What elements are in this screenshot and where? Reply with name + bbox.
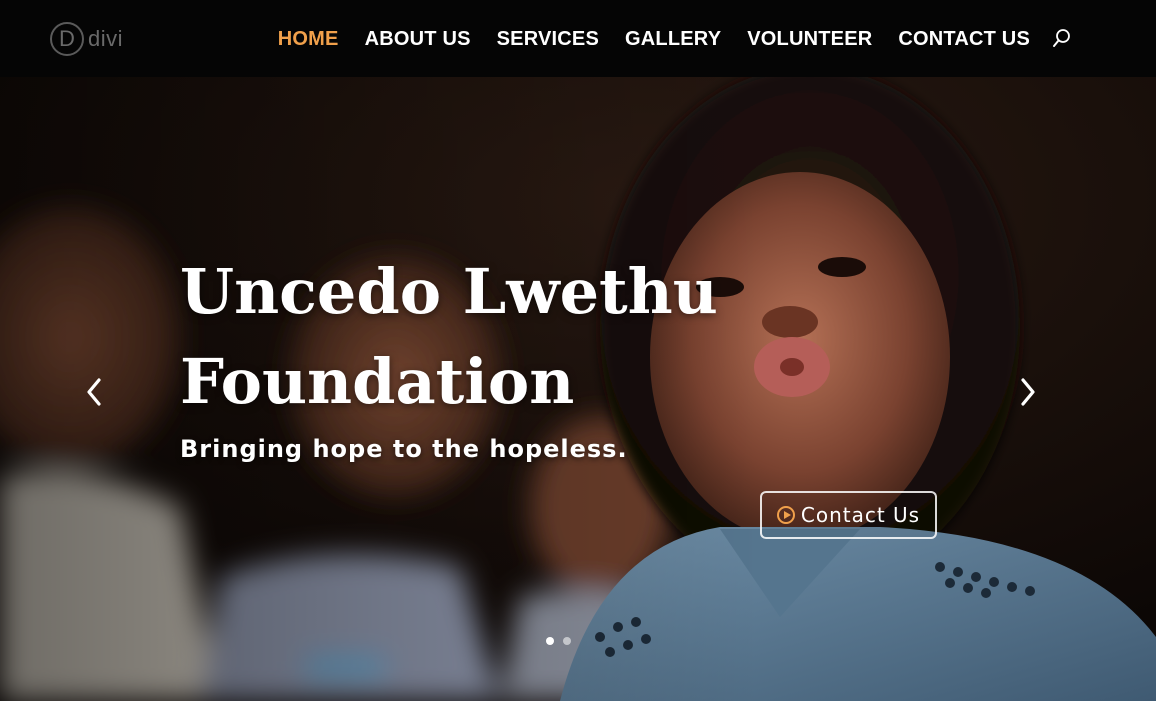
- hero-subtitle: Bringing hope to the hopeless.: [180, 435, 628, 463]
- search-icon[interactable]: [1052, 28, 1072, 50]
- nav-item-home[interactable]: HOME: [278, 26, 339, 52]
- site-header: D divi HOME ABOUT US SERVICES GALLERY VO…: [0, 0, 1156, 77]
- slider-next-arrow-icon[interactable]: [1012, 374, 1042, 410]
- slider-prev-arrow-icon[interactable]: [80, 374, 110, 410]
- nav-item-about-us[interactable]: ABOUT US: [365, 26, 471, 52]
- hero-title: Uncedo Lwethu Foundation: [180, 255, 718, 418]
- site-logo[interactable]: D divi: [50, 19, 123, 59]
- logo-mark: D: [50, 22, 84, 56]
- main-nav: HOME ABOUT US SERVICES GALLERY VOLUNTEER…: [278, 26, 1030, 52]
- page: D divi HOME ABOUT US SERVICES GALLERY VO…: [0, 0, 1156, 701]
- nav-item-services[interactable]: SERVICES: [497, 26, 599, 52]
- nav-item-volunteer[interactable]: VOLUNTEER: [747, 26, 872, 52]
- contact-us-button-label: Contact Us: [800, 503, 921, 527]
- slider-dot-1[interactable]: [546, 637, 554, 645]
- play-circle-icon: [776, 506, 795, 524]
- contact-us-button[interactable]: Contact Us: [760, 491, 937, 539]
- slider-dot-2[interactable]: [563, 637, 571, 645]
- nav-item-gallery[interactable]: GALLERY: [625, 26, 721, 52]
- slider-pagination: [546, 637, 571, 645]
- logo-text: divi: [88, 26, 124, 51]
- nav-item-contact-us[interactable]: CONTACT US: [898, 26, 1030, 52]
- hero-slider: Uncedo Lwethu Foundation Bringing hope t…: [0, 77, 1156, 701]
